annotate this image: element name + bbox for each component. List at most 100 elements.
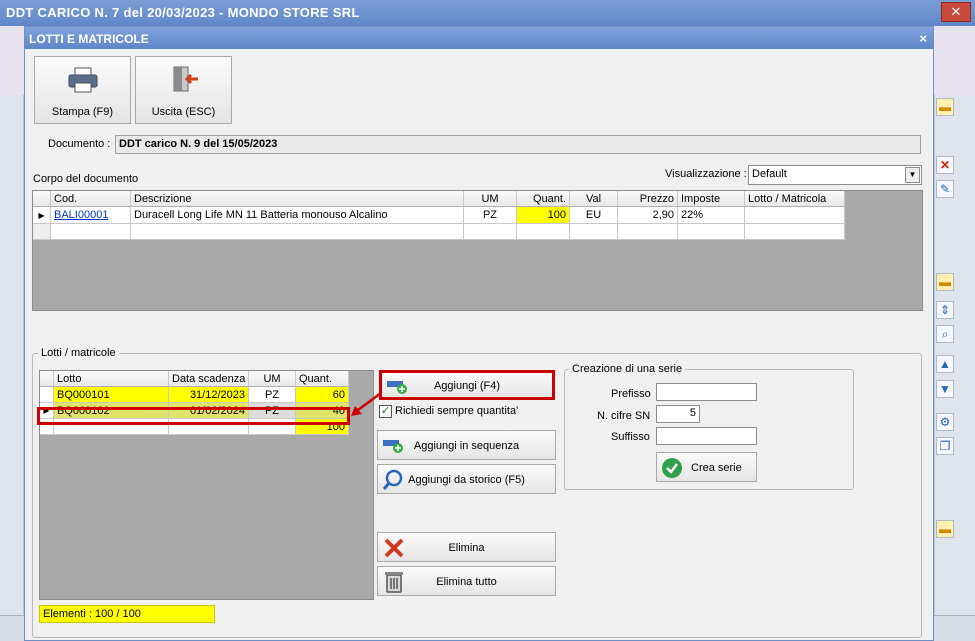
check-circle-icon: [662, 458, 682, 478]
dialog-title-bar: LOTTI E MATRICOLE: [25, 27, 933, 49]
always-ask-qty-label: Richiedi sempre quantita': [395, 405, 519, 417]
add-label: Aggiungi (F4): [433, 380, 501, 392]
series-title: Creazione di una serie: [569, 363, 686, 375]
cell-cod-link[interactable]: BALI00001: [51, 207, 131, 224]
row-header-corner: [33, 191, 51, 207]
body-section-label: Corpo del documento: [33, 173, 139, 185]
document-field: DDT carico N. 9 del 15/05/2023: [115, 135, 921, 154]
exit-button[interactable]: Uscita (ESC): [135, 56, 232, 124]
settings-icon[interactable]: ⚙: [936, 413, 954, 431]
empty-cell[interactable]: [517, 224, 570, 240]
row-header-corner: [40, 371, 54, 387]
cell-descrizione[interactable]: Duracell Long Life MN 11 Batteria monous…: [131, 207, 464, 224]
suffix-label: Suffisso: [611, 431, 650, 443]
delete-all-label: Elimina tutto: [436, 576, 497, 588]
delete-all-button[interactable]: Elimina tutto: [377, 566, 556, 596]
always-ask-qty-checkbox[interactable]: ✓: [379, 405, 392, 418]
delete-icon[interactable]: ✕: [936, 156, 954, 174]
suffix-input[interactable]: [656, 427, 757, 445]
body-table: Cod. Descrizione UM Quant. Val Prezzo Im…: [32, 190, 923, 311]
col-prezzo[interactable]: Prezzo: [618, 191, 678, 207]
col-quant[interactable]: Quant.: [296, 371, 349, 387]
arrow-down-icon[interactable]: ▼: [936, 380, 954, 398]
edit-icon[interactable]: ✎: [936, 180, 954, 198]
search-icon[interactable]: ⌕: [936, 325, 954, 343]
cell-lotto[interactable]: BQ000101: [54, 387, 169, 403]
row-selector-icon[interactable]: ▶: [33, 207, 51, 224]
col-imposte[interactable]: Imposte: [678, 191, 745, 207]
empty-cell[interactable]: [618, 224, 678, 240]
empty-cell[interactable]: [570, 224, 618, 240]
table-row[interactable]: ▶ BALI00001 Duracell Long Life MN 11 Bat…: [33, 207, 845, 224]
col-data-scadenza[interactable]: Data scadenza: [169, 371, 249, 387]
row-selector[interactable]: [33, 224, 51, 240]
empty-cell[interactable]: [678, 224, 745, 240]
background-left-panel: [0, 95, 24, 615]
print-button[interactable]: Stampa (F9): [34, 56, 131, 124]
cell-prezzo[interactable]: 2,90: [618, 207, 678, 224]
col-lotto-matricola[interactable]: Lotto / Matricola: [745, 191, 845, 207]
lots-section-label: Lotti / matricole: [38, 347, 119, 359]
cell-quant[interactable]: 60: [296, 387, 349, 403]
table-row-empty[interactable]: [33, 224, 845, 240]
add-history-label: Aggiungi da storico (F5): [408, 474, 525, 486]
folder-icon[interactable]: ▬: [936, 520, 954, 538]
delete-button[interactable]: Elimina: [377, 532, 556, 562]
add-button[interactable]: Aggiungi (F4): [379, 370, 555, 400]
col-cod[interactable]: Cod.: [51, 191, 131, 207]
document-label: Documento :: [48, 138, 111, 150]
dialog-title: LOTTI E MATRICOLE: [29, 32, 149, 46]
cell-lotto[interactable]: [745, 207, 845, 224]
create-series-label: Crea serie: [691, 462, 742, 474]
digits-input[interactable]: 5: [656, 405, 700, 423]
digits-label: N. cifre SN: [597, 410, 651, 422]
cell-val[interactable]: EU: [570, 207, 618, 224]
empty-cell[interactable]: [464, 224, 517, 240]
col-descrizione[interactable]: Descrizione: [131, 191, 464, 207]
exit-label: Uscita (ESC): [151, 106, 216, 118]
view-select-value: Default: [752, 168, 787, 180]
cell-um[interactable]: PZ: [249, 387, 296, 403]
table-row[interactable]: BQ000101 31/12/2023 PZ 60: [40, 387, 349, 403]
add-sequence-label: Aggiungi in sequenza: [413, 440, 520, 452]
cell-quant[interactable]: 100: [517, 207, 570, 224]
lots-table: Lotto Data scadenza UM Quant. BQ000101 3…: [39, 370, 374, 600]
col-um[interactable]: UM: [249, 371, 296, 387]
copy-icon[interactable]: ❐: [936, 437, 954, 455]
callout-arrow: [351, 391, 382, 416]
add-sequence-button[interactable]: Aggiungi in sequenza: [377, 430, 556, 460]
window-title-bar: DDT CARICO N. 7 del 20/03/2023 - MONDO S…: [0, 0, 975, 26]
window-close-button[interactable]: ✕: [941, 2, 971, 22]
folder-icon[interactable]: ▬: [936, 273, 954, 291]
col-lotto[interactable]: Lotto: [54, 371, 169, 387]
delete-label: Elimina: [448, 542, 485, 554]
empty-cell[interactable]: [51, 224, 131, 240]
body-table-header: Cod. Descrizione UM Quant. Val Prezzo Im…: [33, 191, 845, 207]
prefix-input[interactable]: [656, 383, 757, 401]
create-series-button[interactable]: Crea serie: [656, 452, 757, 482]
elements-count: Elementi : 100 / 100: [39, 605, 215, 623]
folder-icon[interactable]: ▬: [936, 98, 954, 116]
print-label: Stampa (F9): [51, 106, 114, 118]
cell-imposte[interactable]: 22%: [678, 207, 745, 224]
view-label: Visualizzazione :: [665, 168, 747, 180]
sort-icon[interactable]: ⇕: [936, 301, 954, 319]
lots-table-header: Lotto Data scadenza UM Quant.: [40, 371, 349, 387]
col-val[interactable]: Val: [570, 191, 618, 207]
chevron-down-icon[interactable]: ▼: [905, 167, 920, 183]
row-selector[interactable]: [40, 387, 54, 403]
lots-dialog: LOTTI E MATRICOLE × Stampa (F9) Uscita (…: [24, 26, 934, 641]
empty-cell[interactable]: [745, 224, 845, 240]
col-um[interactable]: UM: [464, 191, 517, 207]
selected-row-callout: [37, 407, 350, 425]
cell-um[interactable]: PZ: [464, 207, 517, 224]
view-select[interactable]: Default ▼: [748, 165, 922, 185]
cell-scadenza[interactable]: 31/12/2023: [169, 387, 249, 403]
empty-cell[interactable]: [131, 224, 464, 240]
arrow-up-icon[interactable]: ▲: [936, 355, 954, 373]
col-quant[interactable]: Quant.: [517, 191, 570, 207]
dialog-close-button[interactable]: ×: [919, 31, 927, 46]
exit-door-icon: [173, 66, 198, 92]
add-history-button[interactable]: Aggiungi da storico (F5): [377, 464, 556, 494]
printer-icon: [68, 67, 98, 93]
